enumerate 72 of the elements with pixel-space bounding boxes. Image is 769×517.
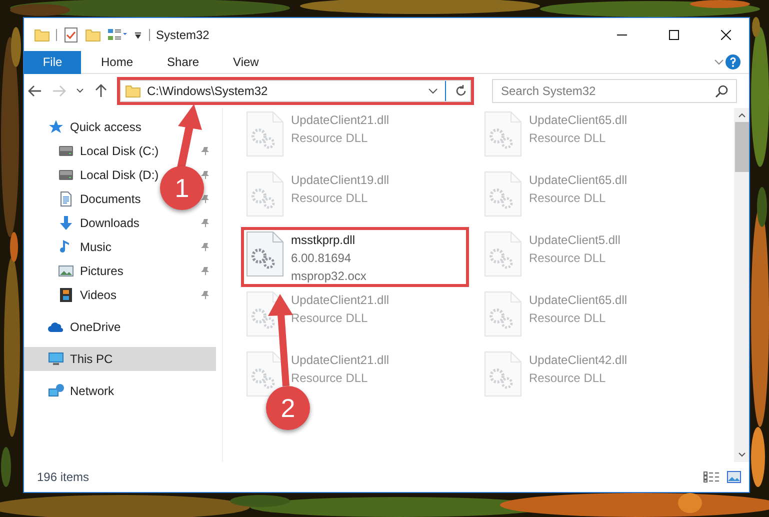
item-count: 196 items: [37, 469, 90, 486]
file-detail: msprop32.ocx: [291, 268, 366, 285]
file-gears-icon: [245, 110, 285, 158]
file-gears-icon: [245, 170, 285, 218]
file-detail: Resource DLL: [529, 370, 607, 387]
sidebar-item[interactable]: Pictures: [58, 259, 124, 283]
checklist-icon: [63, 26, 79, 42]
pin-icon: [200, 146, 210, 156]
pin-icon: [200, 170, 210, 180]
pin-icon: [200, 266, 210, 276]
file-gears-icon: [483, 230, 523, 278]
file-name[interactable]: msstkprp.dll: [291, 231, 366, 249]
star-icon: [48, 119, 64, 135]
sidebar-item[interactable]: OneDrive: [48, 315, 121, 339]
drive-icon: [58, 143, 74, 159]
folder-icon: [34, 26, 50, 42]
search-field[interactable]: Search System32: [492, 79, 737, 103]
sidebar-item[interactable]: Documents: [58, 187, 141, 211]
sidebar-item[interactable]: Videos: [58, 283, 116, 307]
folder-icon: [125, 83, 141, 99]
window-title: System32: [156, 26, 210, 44]
ribbon-tab[interactable]: View: [219, 50, 273, 74]
sidebar-item[interactable]: Network: [48, 379, 114, 403]
ribbon-tab[interactable]: Share: [153, 50, 214, 74]
close-icon: [721, 30, 731, 40]
network-icon: [48, 383, 64, 399]
drive-icon: [58, 167, 74, 183]
file-gears-icon: [483, 290, 523, 338]
file-detail: Resource DLL: [529, 310, 607, 327]
file-detail: Resource DLL: [529, 250, 607, 267]
sidebar-item[interactable]: Quick access: [48, 115, 142, 139]
document-icon: [58, 191, 74, 207]
pin-icon: [200, 242, 210, 252]
maximize-icon: [669, 30, 679, 40]
help-icon: [725, 54, 741, 70]
up-arrow-icon: [93, 83, 109, 99]
folder-icon: [85, 26, 101, 42]
sidebar-item[interactable]: Music: [58, 235, 112, 259]
scrollbar-thumb[interactable]: [734, 122, 748, 172]
pin-icon: [200, 218, 210, 228]
file-detail: Resource DLL: [529, 130, 607, 147]
ribbon-tab[interactable]: Home: [87, 50, 148, 74]
forward-arrow-icon: [51, 83, 67, 99]
file-detail: 6.00.81694: [291, 250, 352, 267]
file-detail: Resource DLL: [291, 310, 369, 327]
pin-icon: [200, 290, 210, 300]
picture-icon: [58, 263, 74, 279]
back-arrow-icon: [27, 83, 43, 99]
details-view-icon: [703, 471, 721, 483]
film-icon: [58, 287, 74, 303]
address-field[interactable]: C:\Windows\System32: [120, 80, 471, 102]
file-gears-icon: [483, 170, 523, 218]
pin-icon: [200, 194, 210, 204]
file-gears-icon: [483, 350, 523, 398]
download-icon: [58, 215, 74, 231]
sidebar-item[interactable]: This PC: [48, 347, 113, 371]
properties-icon: [107, 26, 127, 42]
file-detail: Resource DLL: [529, 190, 607, 207]
ribbon-tab[interactable]: File: [24, 50, 81, 74]
file-detail: Resource DLL: [291, 190, 369, 207]
file-gears-icon: [483, 110, 523, 158]
sidebar-item[interactable]: Local Disk (C:): [58, 139, 159, 163]
file-gears-icon: [245, 350, 285, 398]
monitor-icon: [48, 351, 64, 367]
file-detail: Resource DLL: [291, 370, 369, 387]
search-icon: [715, 84, 729, 98]
file-gears-icon: [245, 230, 285, 278]
large-icons-view-icon: [727, 471, 741, 483]
file-detail: Resource DLL: [291, 130, 369, 147]
scrollbar[interactable]: [734, 108, 749, 462]
sidebar-item[interactable]: Downloads: [58, 211, 140, 235]
sidebar-item[interactable]: Local Disk (D:): [58, 163, 159, 187]
